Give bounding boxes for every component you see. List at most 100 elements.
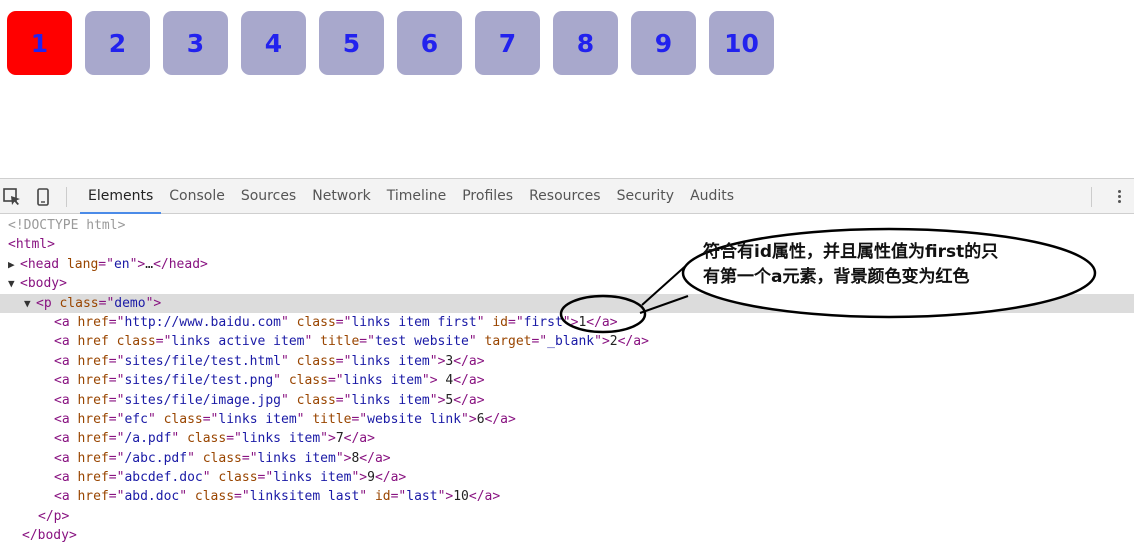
tree-doctype[interactable]: <!DOCTYPE html> [0, 216, 1134, 235]
attr-quote: =" [202, 411, 219, 427]
tab-console[interactable]: Console [161, 179, 233, 214]
a-tag-close: </a> [374, 470, 407, 486]
attr-name: class [187, 431, 227, 447]
tree-html-open[interactable]: <html> [0, 235, 1134, 254]
attr-value: /a.pdf [124, 431, 172, 447]
attr-name: target [484, 334, 532, 350]
head-tag: head [27, 256, 60, 272]
device-mode-icon[interactable] [33, 187, 53, 207]
attr-name: id [492, 314, 508, 330]
devtools-tabs: Elements Console Sources Network Timeline Pro… [80, 179, 742, 214]
attr-quote: " [320, 431, 328, 447]
attr-quote: =" [108, 392, 125, 408]
attr-quote: =" [226, 431, 242, 447]
attr-value: linksitem last [249, 489, 360, 505]
attr-value: /abc.pdf [124, 450, 188, 466]
tab-security[interactable]: Security [609, 179, 683, 214]
attr-quote: " [281, 353, 289, 369]
attr-quote: " [461, 411, 469, 427]
attr-value: website link [367, 411, 462, 427]
attr-value: links item [257, 450, 336, 466]
link-tile-9[interactable]: 9 [631, 11, 696, 75]
attr-value: en [113, 256, 130, 272]
tree-p-open[interactable]: ▼ <p class="demo"> [0, 293, 1134, 313]
tree-link-4[interactable]: <a href="sites/file/test.png" class="lin… [0, 371, 1134, 390]
attr-value: sites/file/test.png [124, 373, 274, 389]
attr-quote: =" [327, 373, 344, 389]
link-text: 7 [335, 431, 344, 447]
tab-timeline[interactable]: Timeline [379, 179, 455, 214]
attr-name: class [296, 314, 336, 330]
link-tiles: 1 2 3 4 5 6 7 8 9 10 [7, 11, 774, 75]
attr-quote: =" [241, 450, 258, 466]
link-tile-3[interactable]: 3 [163, 11, 228, 75]
link-tile-1[interactable]: 1 [7, 11, 72, 75]
collapse-triangle-icon: ▼ [24, 296, 31, 310]
tree-link-8[interactable]: <a href="/abc.pdf" class="links item">8<… [0, 449, 1134, 468]
doctype-text: <!DOCTYPE html> [8, 218, 126, 233]
tab-elements[interactable]: Elements [80, 179, 162, 214]
tree-link-7[interactable]: <a href="/a.pdf" class="links item">7</a… [0, 429, 1134, 448]
tree-link-5[interactable]: <a href="sites/file/image.jpg" class="li… [0, 391, 1134, 410]
attr-name: id [374, 489, 391, 505]
attr-quote: " [562, 314, 571, 330]
elements-tree: <!DOCTYPE html> <html> ▶ <head lang="en">…<… [0, 216, 1134, 545]
tab-sources[interactable]: Sources [233, 179, 304, 214]
tree-body-close[interactable]: </body> [0, 526, 1134, 545]
a-tag-close: </a> [453, 353, 485, 369]
tab-audits[interactable]: Audits [682, 179, 742, 214]
tree-head[interactable]: ▶ <head lang="en">…</head> [0, 255, 1134, 274]
toolbar-separator [1091, 187, 1092, 207]
attr-value: sites/file/image.jpg [124, 392, 281, 408]
link-tile-5[interactable]: 5 [319, 11, 384, 75]
tree-link-2[interactable]: <a href class="links active item" title=… [0, 332, 1134, 351]
tree-link-6[interactable]: <a href="efc" class="links item" title="… [0, 410, 1134, 429]
a-tag-close: </a> [453, 373, 485, 389]
attr-quote: " [147, 411, 156, 427]
tree-p-close[interactable]: </p> [0, 507, 1134, 526]
a-tag-close: </a> [484, 411, 516, 427]
tree-link-3[interactable]: <a href="sites/file/test.html" class="li… [0, 352, 1134, 371]
attr-value: first [523, 314, 563, 330]
attr-name: title [320, 334, 360, 350]
attr-quote: " [335, 450, 344, 466]
link-tile-6[interactable]: 6 [397, 11, 462, 75]
attr-name: class [194, 489, 235, 505]
link-tile-2[interactable]: 2 [85, 11, 150, 75]
link-tile-7[interactable]: 7 [475, 11, 540, 75]
inspect-element-icon[interactable] [2, 187, 22, 207]
attr-value: _blank [547, 334, 595, 350]
attr-quote: " [468, 334, 477, 350]
more-options-icon[interactable] [1116, 188, 1122, 206]
tree-link-9[interactable]: <a href="abcdef.doc" class="links item">… [0, 468, 1134, 487]
tree-body-open[interactable]: ▼ <body> [0, 274, 1134, 293]
attr-name: class [296, 392, 336, 408]
tab-profiles[interactable]: Profiles [454, 179, 521, 214]
attr-quote: =" [108, 353, 125, 369]
link-text: 10 [453, 489, 469, 505]
tree-link-10[interactable]: <a href="abd.doc" class="linksitem last"… [0, 487, 1134, 506]
a-tag-open: <a [54, 411, 70, 427]
tree-link-1[interactable]: <a href="http://www.baidu.com" class="li… [0, 313, 1134, 332]
expand-triangle-icon: ▶ [8, 257, 15, 271]
link-tile-10[interactable]: 10 [709, 11, 774, 75]
link-tile-4[interactable]: 4 [241, 11, 306, 75]
attr-quote: " [476, 314, 485, 330]
attr-value: links item [218, 411, 297, 427]
tab-network[interactable]: Network [304, 179, 378, 214]
attr-name: href [77, 392, 109, 408]
attr-quote: "> [145, 295, 162, 311]
link-text: 6 [476, 411, 485, 427]
attr-name: class [296, 353, 336, 369]
attr-quote: =" [335, 392, 352, 408]
head-close-tag: </head> [153, 256, 208, 272]
tab-resources[interactable]: Resources [521, 179, 609, 214]
link-tile-8[interactable]: 8 [553, 11, 618, 75]
attr-value: http://www.baidu.com [124, 314, 281, 330]
a-tag-close: </a> [617, 334, 649, 350]
